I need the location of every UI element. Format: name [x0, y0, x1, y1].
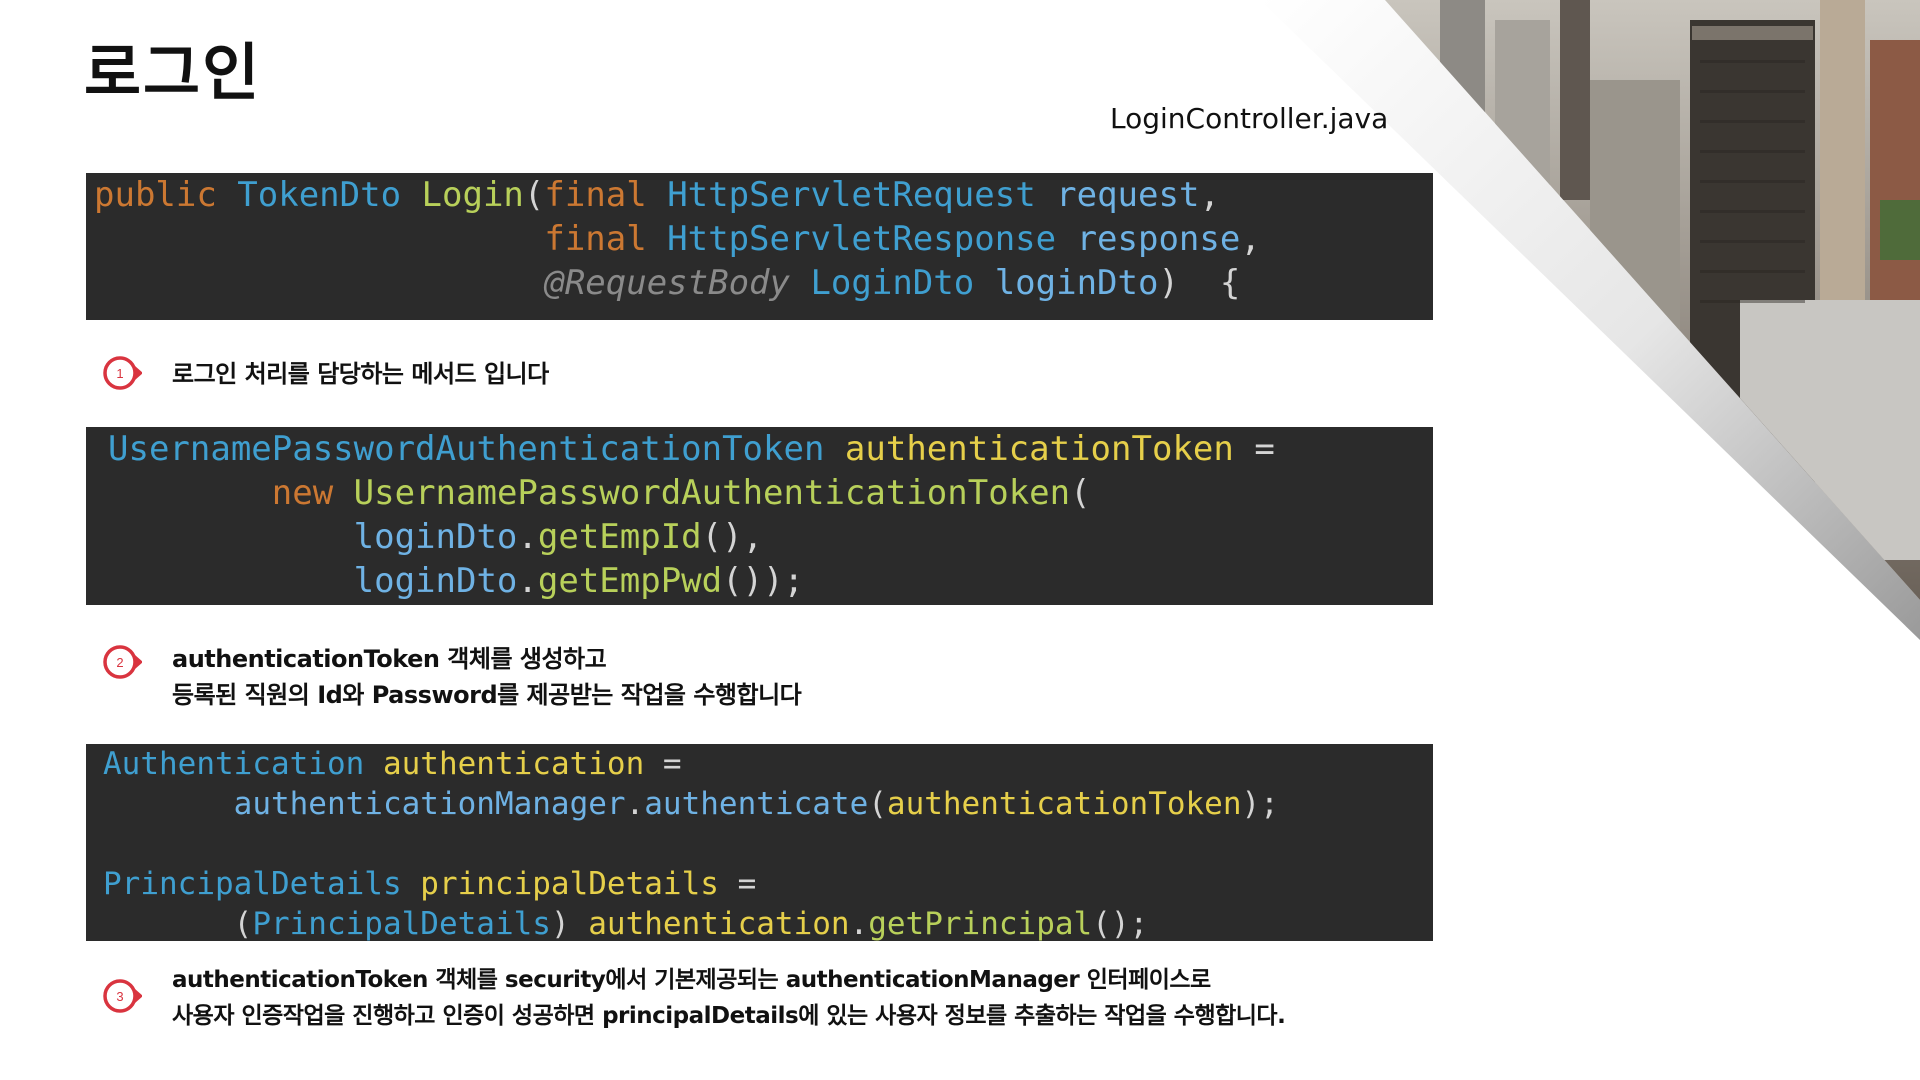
code-token: getEmpPwd	[537, 561, 723, 601]
code-line: authenticationManager.authenticate(authe…	[103, 784, 1433, 824]
code-line: PrincipalDetails principalDetails =	[103, 864, 1433, 904]
code-token: HttpServletRequest	[667, 175, 1057, 215]
code-token: (	[103, 906, 253, 941]
step-marker-2-icon: 2	[103, 645, 142, 679]
code-token: UsernamePasswordAuthenticationToken	[353, 473, 1071, 513]
note-3: authenticationToken 객체를 security에서 기본제공되…	[172, 962, 1286, 1034]
code-block-authentication-token: UsernamePasswordAuthenticationToken auth…	[86, 427, 1433, 605]
code-token: TokenDto	[237, 175, 422, 215]
code-token: PrincipalDetails	[103, 866, 421, 902]
note-2: authenticationToken 객체를 생성하고 등록된 직원의 Id와…	[172, 641, 802, 713]
code-token: authenticationManager	[233, 786, 626, 822]
code-line: final HttpServletResponse response,	[94, 217, 1433, 261]
code-token: (	[1070, 473, 1091, 513]
code-token: .	[517, 517, 538, 557]
note-2-line-2: 등록된 직원의 Id와 Password를 제공받는 작업을 수행합니다	[172, 681, 802, 709]
code-line: UsernamePasswordAuthenticationToken auth…	[108, 427, 1433, 471]
code-token: Authentication	[103, 746, 383, 782]
code-block-login-signature: public TokenDto Login(final HttpServletR…	[86, 173, 1433, 320]
code-token: ) {	[1158, 263, 1241, 303]
code-token: =	[718, 866, 757, 902]
code-line: new UsernamePasswordAuthenticationToken(	[108, 471, 1433, 515]
code-token: final	[544, 175, 668, 215]
code-token: authentication	[588, 906, 850, 941]
code-token: (	[523, 175, 545, 215]
code-token: );	[1241, 786, 1279, 822]
code-token: Login	[421, 175, 524, 215]
step-marker-3-number: 3	[116, 989, 123, 1004]
code-line: loginDto.getEmpPwd());	[108, 559, 1433, 603]
code-token: getEmpId	[537, 517, 702, 557]
code-token: ());	[722, 561, 805, 601]
note-2-line-1: authenticationToken 객체를 생성하고	[172, 645, 607, 673]
code-token: authenticationToken	[844, 429, 1234, 469]
code-token: loginDto	[994, 263, 1159, 303]
code-token: LoginDto	[810, 263, 995, 303]
note-3-line-1: authenticationToken 객체를 security에서 기본제공되…	[172, 967, 1211, 993]
code-token: getPrincipal	[868, 906, 1093, 941]
step-marker-1-number: 1	[116, 366, 123, 381]
code-token: .	[625, 786, 645, 822]
code-token: ,	[1240, 219, 1261, 259]
code-token: (),	[701, 517, 764, 557]
file-name-label: LoginController.java	[1110, 102, 1389, 135]
code-line: (PrincipalDetails) authentication.getPri…	[103, 904, 1433, 941]
note-1: 로그인 처리를 담당하는 메서드 입니다	[172, 356, 549, 392]
code-line: @RequestBody LoginDto loginDto) {	[94, 261, 1433, 305]
code-token: ();	[1092, 906, 1149, 941]
code-token: (	[868, 786, 887, 822]
code-token: authenticate	[644, 786, 869, 822]
code-token: UsernamePasswordAuthenticationToken	[108, 429, 845, 469]
code-token: =	[644, 746, 682, 782]
code-token: PrincipalDetails	[252, 906, 551, 941]
code-token: authentication	[382, 746, 645, 782]
code-token: request	[1056, 175, 1200, 215]
code-token: HttpServletResponse	[667, 219, 1077, 259]
code-line	[103, 824, 1433, 864]
note-1-line-1: 로그인 처리를 담당하는 메서드 입니다	[172, 360, 549, 388]
code-token: =	[1233, 429, 1275, 469]
code-token: loginDto	[353, 561, 518, 601]
step-marker-2-number: 2	[116, 655, 123, 670]
note-3-line-2: 사용자 인증작업을 진행하고 인증이 성공하면 principalDetails…	[172, 1003, 1286, 1029]
code-token: principalDetails	[420, 866, 719, 902]
page-title: 로그인	[84, 36, 262, 109]
code-token: authenticationToken	[886, 786, 1242, 822]
code-token: ,	[1199, 175, 1220, 215]
code-token: public	[94, 175, 238, 215]
code-token: final	[544, 219, 668, 259]
code-token: .	[517, 561, 538, 601]
code-line: loginDto.getEmpId(),	[108, 515, 1433, 559]
code-token: .	[849, 906, 869, 941]
code-line: Authentication authentication =	[103, 744, 1433, 784]
code-line: public TokenDto Login(final HttpServletR…	[94, 173, 1433, 217]
code-token: new	[271, 473, 354, 513]
code-block-authentication-manager: Authentication authentication = authenti…	[86, 744, 1433, 941]
code-token: @RequestBody	[544, 263, 811, 303]
step-marker-1-icon: 1	[103, 356, 142, 390]
code-token: loginDto	[353, 517, 518, 557]
code-token: )	[550, 906, 589, 941]
step-marker-3-icon: 3	[103, 979, 142, 1013]
code-token: response	[1076, 219, 1241, 259]
